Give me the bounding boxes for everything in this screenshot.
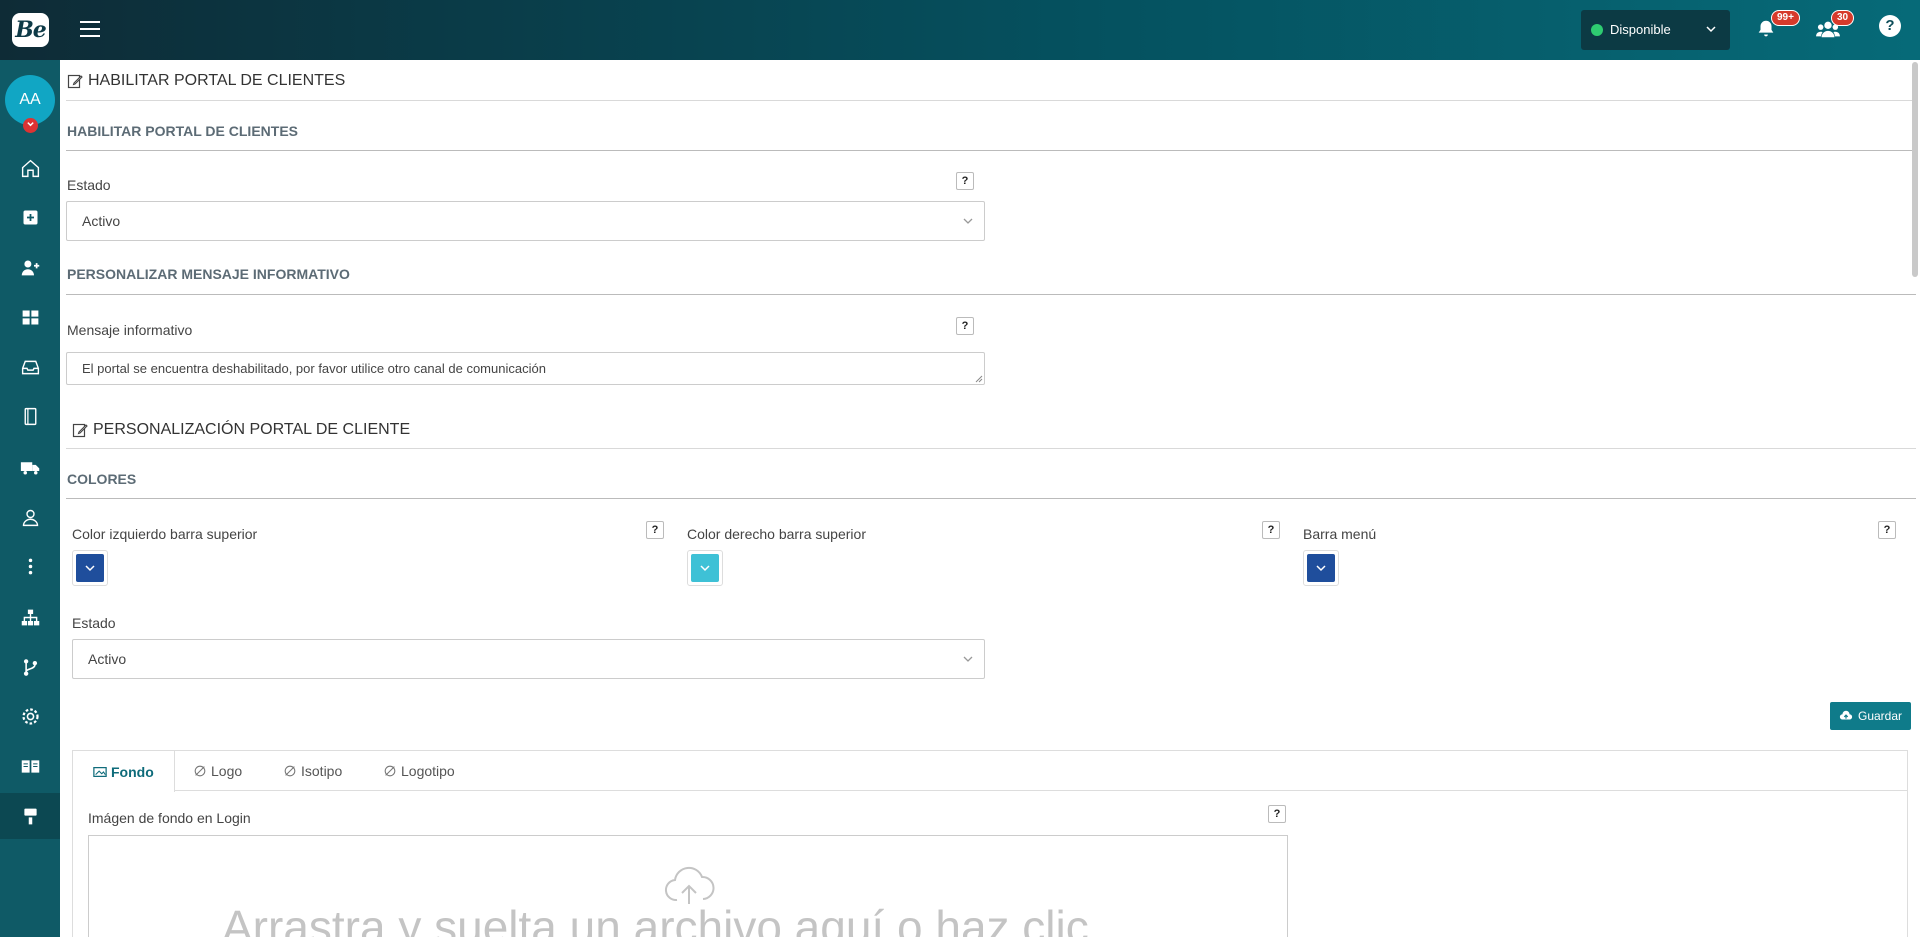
divider bbox=[66, 294, 1916, 295]
help-icon[interactable]: ? bbox=[1879, 15, 1901, 37]
save-button[interactable]: Guardar bbox=[1830, 702, 1912, 730]
image-icon bbox=[93, 766, 107, 777]
estado-select-2[interactable]: Activo bbox=[72, 639, 985, 679]
page-title: HABILITAR PORTAL DE CLIENTES bbox=[88, 72, 346, 89]
help-button[interactable]: ? bbox=[956, 317, 974, 335]
scrollbar[interactable] bbox=[1912, 62, 1918, 277]
truck-icon[interactable] bbox=[0, 444, 60, 490]
avatar-dropdown-icon[interactable] bbox=[23, 118, 38, 133]
customization-section-title: PERSONALIZACIÓN PORTAL DE CLIENTE bbox=[72, 421, 410, 439]
availability-dropdown[interactable]: Disponible bbox=[1581, 10, 1730, 50]
color-right-picker[interactable] bbox=[687, 550, 723, 586]
image-off-icon bbox=[194, 765, 206, 777]
branch-icon[interactable] bbox=[0, 644, 60, 690]
users-badge: 30 bbox=[1831, 10, 1855, 26]
color-right-label: Color derecho barra superior bbox=[687, 526, 866, 542]
top-bar: Be Disponible 99+ 30 ? bbox=[0, 0, 1920, 60]
divider bbox=[66, 100, 1916, 101]
image-off-icon bbox=[384, 765, 396, 777]
tab-fondo-label: Fondo bbox=[111, 763, 154, 780]
estado-label-2: Estado bbox=[72, 615, 116, 631]
user-icon[interactable] bbox=[0, 494, 60, 540]
tab-bar: Fondo Logo Isotipo Logotipo bbox=[73, 751, 1907, 792]
user-plus-icon[interactable] bbox=[0, 244, 60, 290]
image-dropzone[interactable]: Arrastra y suelta un archivo aquí o haz … bbox=[88, 835, 1288, 937]
book-icon[interactable] bbox=[0, 743, 60, 789]
chevron-down-icon bbox=[700, 565, 710, 572]
grid-icon[interactable] bbox=[0, 294, 60, 340]
more-vertical-icon[interactable] bbox=[0, 543, 60, 589]
divider bbox=[66, 150, 1916, 151]
tab-isotipo-label: Isotipo bbox=[301, 763, 343, 779]
sidebar: AA bbox=[0, 60, 60, 937]
customization-title: PERSONALIZACIÓN PORTAL DE CLIENTE bbox=[93, 421, 411, 438]
help-button[interactable]: ? bbox=[1262, 521, 1280, 539]
status-label: Disponible bbox=[1610, 22, 1671, 37]
notifications-badge: 99+ bbox=[1771, 10, 1800, 26]
notifications-bell-icon[interactable]: 99+ bbox=[1755, 10, 1800, 44]
chevron-down-icon bbox=[1706, 26, 1716, 33]
paint-roller-icon[interactable] bbox=[0, 793, 60, 839]
notebook-icon[interactable] bbox=[0, 393, 60, 439]
tab-fondo[interactable]: Fondo bbox=[73, 751, 175, 792]
menu-toggle-icon[interactable] bbox=[80, 21, 100, 37]
save-button-label: Guardar bbox=[1858, 709, 1903, 723]
estado-label: Estado bbox=[67, 177, 111, 193]
dropzone-message: Arrastra y suelta un archivo aquí o haz … bbox=[222, 901, 1089, 937]
home-icon[interactable] bbox=[0, 145, 60, 191]
portal-section-title: HABILITAR PORTAL DE CLIENTES bbox=[67, 72, 345, 90]
message-label: Mensaje informativo bbox=[67, 322, 193, 338]
help-button[interactable]: ? bbox=[1268, 805, 1286, 823]
tab-logotipo-label: Logotipo bbox=[401, 763, 455, 779]
estado-select-2-value: Activo bbox=[88, 651, 127, 667]
estado-select[interactable]: Activo bbox=[66, 201, 985, 241]
tab-logo[interactable]: Logo bbox=[173, 751, 262, 791]
status-dot-icon bbox=[1591, 24, 1603, 36]
users-icon[interactable]: 30 bbox=[1815, 10, 1855, 44]
gear-icon[interactable] bbox=[0, 693, 60, 739]
bg-image-label: Imágen de fondo en Login bbox=[88, 810, 251, 826]
menu-bar-picker[interactable] bbox=[1303, 550, 1339, 586]
subsection-enable: HABILITAR PORTAL DE CLIENTES bbox=[67, 123, 298, 139]
divider bbox=[66, 448, 1916, 449]
menu-bar-swatch bbox=[1307, 554, 1335, 582]
chevron-down-icon bbox=[963, 656, 973, 662]
estado-select-value: Activo bbox=[82, 213, 121, 229]
subsection-colors: COLORES bbox=[67, 471, 137, 487]
image-off-icon bbox=[284, 765, 296, 777]
divider bbox=[66, 498, 1916, 499]
plus-square-icon[interactable] bbox=[0, 194, 60, 240]
chevron-down-icon bbox=[85, 565, 95, 572]
chevron-down-icon bbox=[1316, 565, 1326, 572]
message-textarea[interactable]: El portal se encuentra deshabilitado, po… bbox=[66, 352, 985, 385]
color-left-swatch bbox=[76, 554, 104, 582]
main-content: HABILITAR PORTAL DE CLIENTES HABILITAR P… bbox=[60, 60, 1920, 937]
tab-isotipo[interactable]: Isotipo bbox=[263, 751, 362, 791]
tab-logotipo[interactable]: Logotipo bbox=[363, 751, 475, 791]
subsection-message: PERSONALIZAR MENSAJE INFORMATIVO bbox=[67, 266, 350, 282]
help-button[interactable]: ? bbox=[956, 172, 974, 190]
edit-icon bbox=[72, 423, 88, 438]
sitemap-icon[interactable] bbox=[0, 594, 60, 640]
color-left-picker[interactable] bbox=[72, 550, 108, 586]
cloud-upload-icon bbox=[1839, 710, 1853, 720]
edit-icon bbox=[67, 74, 83, 89]
resize-grip-icon[interactable] bbox=[975, 375, 983, 383]
help-button[interactable]: ? bbox=[646, 521, 664, 539]
images-tabs-panel: Fondo Logo Isotipo Logotipo Imágen de fo… bbox=[72, 750, 1908, 937]
menu-bar-label: Barra menú bbox=[1303, 526, 1377, 542]
chevron-down-icon bbox=[963, 218, 973, 224]
help-button[interactable]: ? bbox=[1878, 521, 1896, 539]
color-left-label: Color izquierdo barra superior bbox=[72, 526, 258, 542]
tab-logo-label: Logo bbox=[211, 763, 243, 779]
color-right-swatch bbox=[691, 554, 719, 582]
app-logo[interactable]: Be bbox=[12, 13, 49, 47]
message-textarea-value: El portal se encuentra deshabilitado, po… bbox=[82, 361, 546, 376]
inbox-icon[interactable] bbox=[0, 344, 60, 390]
